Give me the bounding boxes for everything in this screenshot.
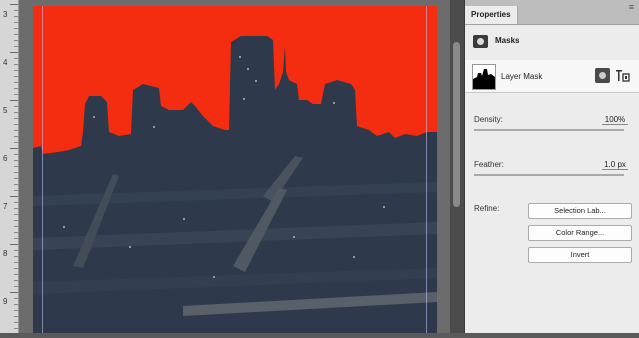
- ruler-number: 9: [3, 297, 8, 306]
- layer-mask-label: Layer Mask: [501, 72, 543, 81]
- ruler-tick: [14, 262, 18, 263]
- ruler-tick: [14, 214, 18, 215]
- ruler-tick: [14, 250, 18, 251]
- ruler-tick: [10, 244, 18, 245]
- ruler-tick: [14, 130, 18, 131]
- ruler-tick: [10, 148, 18, 149]
- density-value-field[interactable]: 100%: [602, 115, 628, 125]
- masks-header: Masks: [465, 28, 639, 61]
- ruler-tick: [14, 64, 18, 65]
- city-skyline-image: [33, 6, 437, 333]
- ruler-number: 4: [3, 58, 8, 67]
- ruler-tick: [14, 166, 18, 167]
- ruler-tick: [14, 70, 18, 71]
- ruler-tick: [14, 40, 18, 41]
- layer-mask-row[interactable]: Layer Mask: [465, 60, 639, 93]
- ruler-tick: [10, 100, 18, 101]
- ruler-tick: [14, 172, 18, 173]
- ruler-tick: [14, 220, 18, 221]
- ruler-tick: [14, 94, 18, 95]
- ruler-tick: [14, 304, 18, 305]
- properties-panel: Properties ≡ Masks Layer Mask Density: 1…: [464, 0, 639, 333]
- mask-thumbnail-image: [473, 65, 495, 89]
- ruler-tick: [14, 58, 18, 59]
- guide-line: [42, 6, 43, 333]
- panel-tab-bar: Properties ≡: [465, 0, 639, 25]
- density-label: Density:: [474, 115, 503, 124]
- ruler-tick: [14, 190, 18, 191]
- ruler-tick: [14, 154, 18, 155]
- add-vector-mask-icon[interactable]: [616, 68, 630, 83]
- image-canvas[interactable]: [33, 6, 437, 333]
- ruler-tick: [14, 208, 18, 209]
- invert-button[interactable]: Invert: [528, 247, 632, 263]
- ruler-tick: [14, 286, 18, 287]
- ruler-number: 5: [3, 106, 8, 115]
- feather-slider[interactable]: [474, 174, 624, 176]
- vertical-scrollbar[interactable]: [450, 0, 464, 333]
- layer-mask-thumbnail[interactable]: [472, 64, 496, 90]
- panel-menu-icon[interactable]: ≡: [629, 2, 634, 12]
- ruler-tick: [10, 196, 18, 197]
- tab-properties[interactable]: Properties: [465, 6, 518, 24]
- ruler-number: 7: [3, 202, 8, 211]
- ruler-tick: [14, 316, 18, 317]
- ruler-tick: [14, 184, 18, 185]
- ruler-tick: [14, 136, 18, 137]
- ruler-number: 8: [3, 249, 8, 258]
- ruler-tick: [14, 82, 18, 83]
- ruler-tick: [14, 202, 18, 203]
- masks-label: Masks: [495, 36, 520, 45]
- ruler-tick: [14, 238, 18, 239]
- ruler-tick: [14, 142, 18, 143]
- ruler-tick: [14, 46, 18, 47]
- ruler-tick: [14, 76, 18, 77]
- guide-line: [426, 6, 427, 333]
- ruler-tick: [14, 256, 18, 257]
- ruler-tick: [14, 310, 18, 311]
- mask-icon: [473, 35, 488, 48]
- ruler-tick: [14, 10, 18, 11]
- ruler-tick: [14, 118, 18, 119]
- ruler-tick: [14, 124, 18, 125]
- select-and-mask-button[interactable]: Selection Lab...: [528, 203, 632, 219]
- density-slider[interactable]: [474, 129, 624, 131]
- ruler-tick: [14, 298, 18, 299]
- ruler-tick: [14, 232, 18, 233]
- ruler-tick: [10, 52, 18, 53]
- ruler-tick: [10, 4, 18, 5]
- ruler-tick: [14, 112, 18, 113]
- refine-label: Refine:: [474, 204, 500, 213]
- scrollbar-thumb[interactable]: [453, 42, 460, 207]
- ruler-tick: [14, 328, 18, 329]
- ruler-tick: [14, 226, 18, 227]
- ruler-tick: [14, 106, 18, 107]
- feather-label: Feather:: [474, 160, 504, 169]
- ruler-tick: [14, 268, 18, 269]
- ruler-number: 3: [3, 10, 8, 19]
- ruler-tick: [14, 160, 18, 161]
- ruler-tick: [14, 28, 18, 29]
- select-pixel-mask-icon[interactable]: [595, 68, 610, 83]
- ruler-number: 6: [3, 154, 8, 163]
- feather-value-field[interactable]: 1.0 px: [602, 160, 628, 170]
- ruler-tick: [14, 280, 18, 281]
- ruler-tick: [10, 292, 18, 293]
- ruler-tick: [14, 274, 18, 275]
- ruler-tick: [14, 322, 18, 323]
- ruler-tick: [14, 16, 18, 17]
- ruler-tick: [14, 34, 18, 35]
- color-range-button[interactable]: Color Range...: [528, 225, 632, 241]
- ruler-tick: [14, 88, 18, 89]
- ruler-tick: [14, 178, 18, 179]
- vertical-ruler[interactable]: 3 4 5 6 7 8 9: [0, 0, 19, 333]
- ruler-tick: [14, 22, 18, 23]
